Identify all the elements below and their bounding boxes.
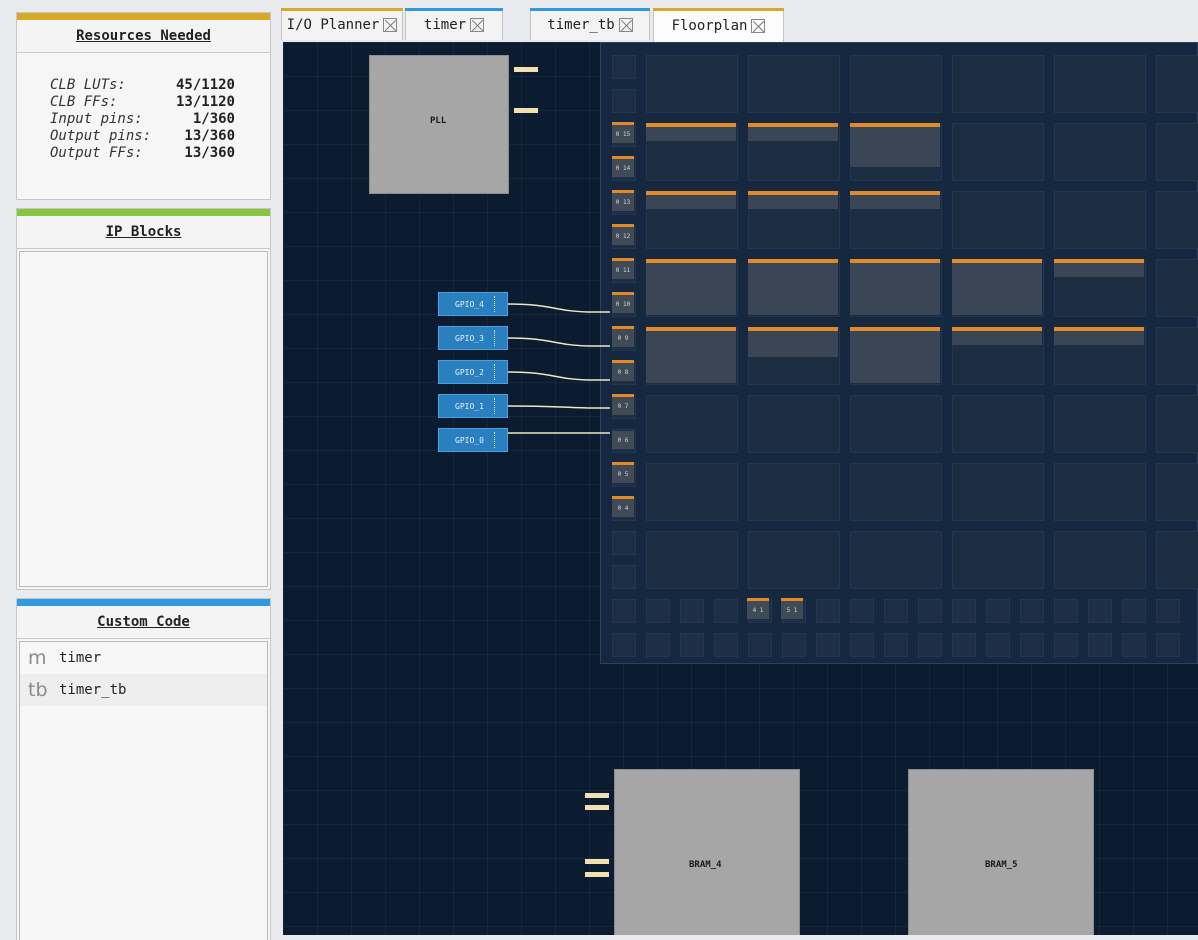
- ip-blocks-accent-bar: [17, 209, 270, 216]
- io-pin-label: 0 8: [617, 368, 629, 376]
- resources-title: Resources Needed: [76, 28, 211, 44]
- bram-port-tag: [585, 859, 609, 864]
- custom-code-title: Custom Code: [97, 614, 190, 630]
- io-pin[interactable]: 4 1: [747, 598, 769, 619]
- bram-title: BRAM_4: [689, 860, 722, 870]
- resource-value: 1/360: [192, 111, 235, 127]
- io-pin-label: 0 4: [617, 504, 629, 512]
- resource-label: CLB FFs:: [50, 94, 118, 110]
- resources-panel: Resources Needed CLB LUTs: 45/1120 CLB FF…: [16, 12, 271, 200]
- bram-5-block[interactable]: BRAM_5: [908, 769, 1094, 935]
- tab-timer-tb[interactable]: timer_tb: [530, 8, 650, 40]
- tab-label: timer_tb: [547, 16, 615, 33]
- io-pin[interactable]: 0 5: [612, 462, 634, 483]
- io-pin[interactable]: 0 11: [612, 258, 634, 279]
- tab-label: I/O Planner: [286, 16, 380, 33]
- tab-floorplan[interactable]: Floorplan: [653, 8, 784, 42]
- custom-code-item-timer-tb[interactable]: tb timer_tb: [20, 674, 267, 706]
- io-pin-label: 0 15: [615, 130, 631, 138]
- wire-gpio-4: [507, 303, 610, 313]
- resource-row: CLB LUTs: 45/1120: [50, 77, 270, 94]
- resource-label: CLB LUTs:: [50, 77, 126, 93]
- resource-value: 45/1120: [175, 77, 235, 93]
- io-pin-label: 4 1: [752, 606, 764, 614]
- ip-blocks-header: IP Blocks: [17, 216, 270, 249]
- close-icon[interactable]: [470, 17, 485, 32]
- resource-row: Input pins: 1/360: [50, 111, 270, 128]
- resource-value: 13/1120: [175, 94, 235, 110]
- resource-row: Output pins: 13/360: [50, 128, 270, 145]
- io-pin[interactable]: 0 9: [612, 326, 634, 347]
- io-pin[interactable]: 0 14: [612, 156, 634, 177]
- io-pin[interactable]: 0 12: [612, 224, 634, 245]
- resource-label: Output pins:: [50, 128, 152, 144]
- resource-label: Output FFs:: [50, 145, 143, 161]
- wire-gpio-3: [507, 337, 610, 347]
- resources-accent-bar: [17, 13, 270, 20]
- close-icon[interactable]: [751, 18, 766, 33]
- wire-gpio-1: [507, 405, 610, 409]
- io-pin[interactable]: 0 6: [612, 431, 634, 449]
- tab-io-planner[interactable]: I/O Planner: [281, 8, 403, 40]
- io-pin[interactable]: 0 4: [612, 496, 634, 517]
- io-pin[interactable]: 0 7: [612, 394, 634, 415]
- tab-timer[interactable]: timer: [405, 8, 503, 40]
- tab-label: Floorplan: [671, 17, 748, 34]
- floorplan-canvas[interactable]: PLL GPIO_4 GPIO_3 GPIO_2 GPIO_1 GPIO_0 0…: [283, 42, 1198, 935]
- bram-port-tag: [585, 805, 609, 810]
- io-pin-label: 0 11: [615, 266, 631, 274]
- testbench-prefix: tb: [28, 679, 48, 701]
- io-pin[interactable]: 5 1: [781, 598, 803, 619]
- custom-code-accent-bar: [17, 599, 270, 606]
- tab-bar: I/O Planner timer timer_tb Floorplan: [281, 8, 1198, 42]
- ip-blocks-title: IP Blocks: [105, 224, 182, 240]
- io-pin-label: 5 1: [786, 606, 798, 614]
- io-pin-label: 0 7: [617, 402, 629, 410]
- resource-row: CLB FFs: 13/1120: [50, 94, 270, 111]
- bram-4-block[interactable]: BRAM_4: [614, 769, 800, 935]
- resource-value: 13/360: [184, 145, 235, 161]
- custom-code-panel: Custom Code m timer tb timer_tb: [16, 598, 271, 940]
- custom-code-item-timer[interactable]: m timer: [20, 642, 267, 674]
- io-pin[interactable]: 0 15: [612, 122, 634, 143]
- ip-blocks-list[interactable]: [19, 251, 268, 587]
- tab-label: timer: [423, 16, 467, 33]
- io-pin-label: 0 10: [615, 300, 631, 308]
- bram-port-tag: [585, 872, 609, 877]
- resources-header: Resources Needed: [17, 20, 270, 53]
- custom-code-item-label: timer: [59, 650, 102, 666]
- io-pin-label: 0 14: [615, 164, 631, 172]
- resource-value: 13/360: [184, 128, 235, 144]
- close-icon[interactable]: [618, 17, 633, 32]
- ip-blocks-panel: IP Blocks: [16, 208, 271, 590]
- io-pin[interactable]: 0 10: [612, 292, 634, 313]
- custom-code-header: Custom Code: [17, 606, 270, 639]
- io-pin-label: 0 13: [615, 198, 631, 206]
- custom-code-item-label: timer_tb: [59, 682, 127, 698]
- bram-port-tag: [585, 793, 609, 798]
- module-prefix: m: [28, 647, 47, 669]
- custom-code-list: m timer tb timer_tb: [19, 641, 268, 940]
- io-pin-label: 0 6: [617, 436, 629, 444]
- resources-list: CLB LUTs: 45/1120 CLB FFs: 13/1120 Input p…: [17, 53, 270, 162]
- wire-gpio-2: [507, 371, 610, 381]
- io-pin[interactable]: 0 13: [612, 190, 634, 211]
- io-pin-label: 0 5: [617, 470, 629, 478]
- bram-title: BRAM_5: [985, 860, 1018, 870]
- resource-label: Input pins:: [50, 111, 143, 127]
- resource-row: Output FFs: 13/360: [50, 145, 270, 162]
- close-icon[interactable]: [383, 17, 398, 32]
- io-pin[interactable]: 0 8: [612, 360, 634, 381]
- io-pin-label: 0 12: [615, 232, 631, 240]
- io-pin-label: 0 9: [617, 334, 629, 342]
